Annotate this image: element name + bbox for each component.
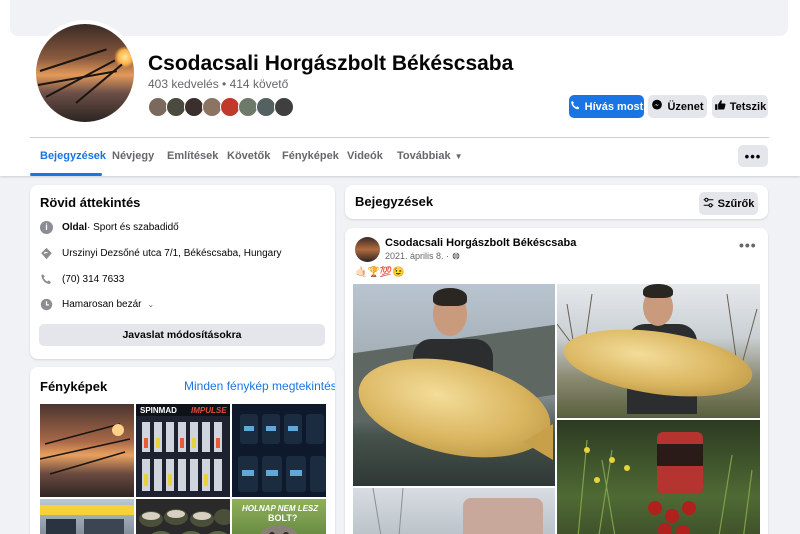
category-type: Oldal	[62, 221, 88, 233]
hours-row[interactable]: Hamarosan bezár ⌄	[40, 297, 154, 311]
avatar[interactable]	[166, 97, 186, 117]
avatar[interactable]	[256, 97, 276, 117]
tab-more-label: Továbbiak	[397, 150, 451, 162]
tab-posts[interactable]: Bejegyzések	[40, 150, 106, 162]
svg-text:BOLT?: BOLT?	[268, 513, 297, 523]
svg-text:HOLNAP NEM LESZ: HOLNAP NEM LESZ	[242, 504, 319, 513]
avatar[interactable]	[202, 97, 222, 117]
page-stats[interactable]: 403 kedvelés • 414 követő	[148, 77, 288, 91]
posts-title: Bejegyzések	[355, 194, 434, 209]
post-photo[interactable]	[353, 488, 555, 534]
avatar[interactable]	[184, 97, 204, 117]
post-photo[interactable]	[557, 420, 760, 534]
intro-title: Rövid áttekintés	[40, 195, 141, 210]
follower-avatars[interactable]	[148, 97, 294, 119]
page-title: Csodacsali Horgászbolt Békéscsaba	[148, 52, 514, 75]
phone-icon	[570, 100, 581, 114]
message-label: Üzenet	[667, 100, 704, 113]
photo-thumbnail[interactable]	[40, 404, 134, 497]
globe-icon	[452, 251, 460, 261]
chevron-down-icon: ⌄	[147, 299, 155, 309]
category-value[interactable]: · Sport és szabadidő	[87, 222, 179, 233]
info-icon: i	[40, 220, 53, 234]
like-label: Tetszik	[729, 100, 767, 113]
svg-text:IMPULSE: IMPULSE	[191, 406, 227, 415]
tab-mentions[interactable]: Említések	[167, 150, 218, 162]
avatar[interactable]	[148, 97, 168, 117]
post-options-button[interactable]: •••	[739, 237, 757, 253]
messenger-icon	[651, 99, 663, 114]
posts-header-card: Bejegyzések Szűrők	[345, 185, 768, 219]
thumbs-up-icon	[714, 99, 726, 114]
header-divider	[30, 137, 769, 138]
person-hair	[433, 288, 467, 306]
photo-thumbnail[interactable]	[232, 404, 326, 497]
phone-number[interactable]: (70) 314 7633	[62, 274, 124, 285]
see-all-photos-link[interactable]: Minden fénykép megtekintése	[184, 379, 335, 393]
page-header: Csodacsali Horgászbolt Békéscsaba 403 ke…	[0, 0, 800, 176]
avatar[interactable]	[355, 237, 380, 262]
post-author[interactable]: Csodacsali Horgászbolt Békéscsaba	[385, 237, 576, 249]
post-card: Csodacsali Horgászbolt Békéscsaba 2021. …	[345, 228, 768, 534]
address-text[interactable]: Urszinyi Dezsőné utca 7/1, Békéscsaba, H…	[62, 248, 282, 259]
post-photo[interactable]	[353, 284, 555, 486]
filters-button[interactable]: Szűrők	[699, 192, 758, 215]
photo-thumbnail[interactable]: SPINMAD IMPULSE	[136, 404, 230, 497]
phone-row: (70) 314 7633	[40, 272, 124, 286]
clock-icon	[40, 298, 53, 311]
tab-followers[interactable]: Követők	[227, 150, 270, 162]
tab-videos[interactable]: Videók	[347, 150, 383, 162]
post-timestamp[interactable]: 2021. április 8. ·	[385, 251, 460, 261]
suggest-edits-button[interactable]: Javaslat módosításokra	[39, 324, 325, 346]
hours-text: Hamarosan bezár	[62, 298, 142, 310]
post-text: 🤙🏻🏆💯😉	[355, 267, 405, 278]
category-row: i Oldal · Sport és szabadidő	[40, 220, 179, 234]
avatar[interactable]	[238, 97, 258, 117]
photo-thumbnail[interactable]	[40, 499, 134, 534]
like-button[interactable]: Tetszik	[712, 95, 768, 118]
more-options-button[interactable]: •••	[738, 145, 768, 167]
post-date-text: 2021. április 8. ·	[385, 251, 452, 261]
photos-card: Fényképek Minden fénykép megtekintése SP…	[30, 367, 335, 534]
photo-thumbnail[interactable]	[136, 499, 230, 534]
message-button[interactable]: Üzenet	[648, 95, 707, 118]
filters-label: Szűrők	[717, 197, 755, 210]
page-profile-picture[interactable]	[32, 20, 138, 126]
call-now-label: Hívás most	[584, 100, 644, 113]
caret-down-icon: ▼	[454, 151, 463, 161]
cover-photo[interactable]	[10, 0, 788, 36]
location-icon	[40, 247, 53, 260]
tab-photos[interactable]: Fényképek	[282, 150, 339, 162]
call-now-button[interactable]: Hívás most	[569, 95, 644, 118]
sunset-sun	[114, 46, 134, 68]
photos-title: Fényképek	[40, 379, 108, 394]
phone-icon	[40, 273, 53, 286]
avatar[interactable]	[220, 97, 240, 117]
tab-more[interactable]: Továbbiak ▼	[397, 150, 463, 162]
intro-card: Rövid áttekintés i Oldal · Sport és szab…	[30, 185, 335, 359]
person-hair	[643, 284, 673, 298]
address-row: Urszinyi Dezsőné utca 7/1, Békéscsaba, H…	[40, 246, 282, 260]
active-tab-indicator	[30, 173, 102, 176]
photo-thumbnail[interactable]: HOLNAP NEM LESZ BOLT?	[232, 499, 326, 534]
tab-about[interactable]: Névjegy	[112, 150, 154, 162]
avatar[interactable]	[274, 97, 294, 117]
post-photo[interactable]	[557, 284, 760, 418]
sliders-icon	[703, 197, 714, 211]
svg-text:SPINMAD: SPINMAD	[140, 406, 177, 415]
